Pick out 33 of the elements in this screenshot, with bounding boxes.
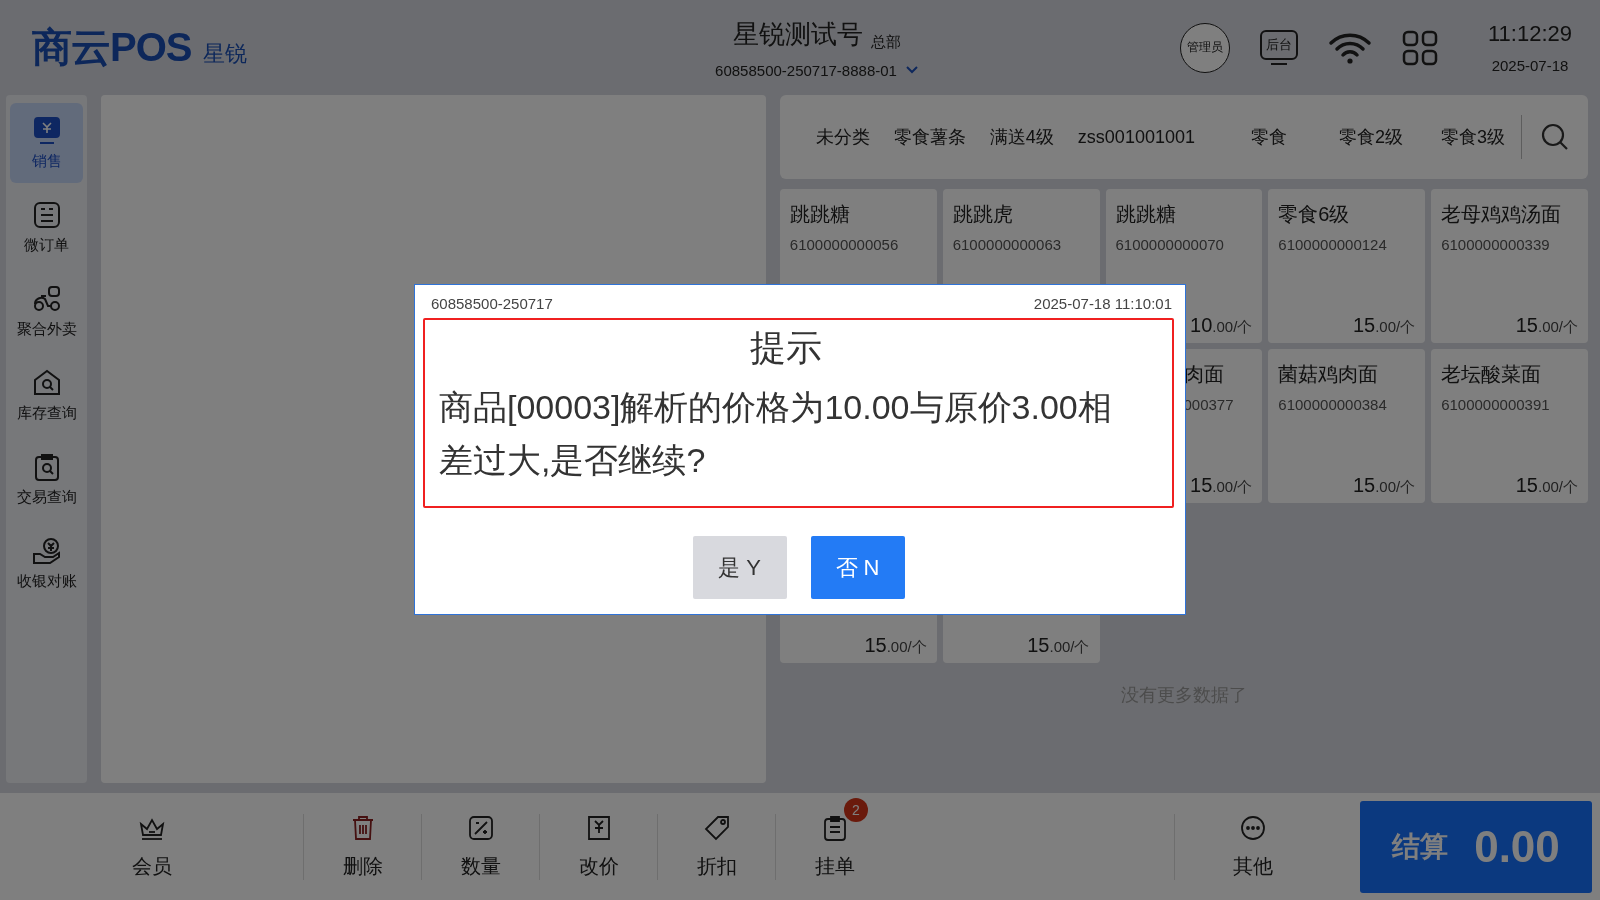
product-code: 6100000000056 [789, 236, 900, 253]
logo-text: 商云POS [32, 24, 192, 71]
product-name: 肉面 [1182, 362, 1224, 387]
clock-time: 11:12:29 [1488, 21, 1572, 47]
product-name: 老母鸡鸡汤面 [1441, 202, 1563, 227]
product-name: 跳跳糖 [789, 202, 851, 227]
product-code: 6100000000070 [1115, 236, 1225, 253]
dialog-message: 商品[00003]解析的价格为10.00与原价3.00相差过大,是否继续? [439, 387, 1113, 481]
device-number: 60858500-250717-8888-01 [715, 61, 897, 79]
product-price: 15.00/个 [1352, 474, 1416, 497]
product-price: 15.00/个 [1352, 314, 1416, 337]
product-price: 15.00/个 [1515, 474, 1578, 497]
store-tag: 总部 [871, 32, 901, 52]
product-price: 15.00/个 [1190, 474, 1253, 497]
product-code: 6100000000384 [1278, 396, 1388, 413]
product-code: 6100000000339 [1441, 236, 1551, 253]
product-price: 15.00/个 [1027, 634, 1090, 657]
product-code: 6100000000124 [1278, 236, 1388, 253]
product-code: 6100000000391 [1441, 396, 1551, 413]
product-name: 跳跳虎 [952, 202, 1014, 227]
logo-subtitle: 星锐 [203, 40, 248, 68]
product-name: 老坛酸菜面 [1441, 362, 1543, 387]
product-price: 10.00/个 [1190, 314, 1253, 337]
product-price: 15.00/个 [1515, 314, 1578, 337]
product-name: 菌菇鸡肉面 [1278, 362, 1380, 387]
product-name: 零食6级 [1278, 202, 1351, 227]
product-code: 6100000000063 [952, 236, 1063, 253]
clock-date: 2025-07-18 [1491, 57, 1569, 74]
product-price: 15.00/个 [864, 634, 927, 657]
store-name: 星锐测试号 [733, 17, 863, 51]
product-name: 跳跳糖 [1115, 202, 1177, 227]
count-badge: 2 [844, 797, 868, 822]
dialog-id: 60858500-250717 [431, 295, 553, 312]
